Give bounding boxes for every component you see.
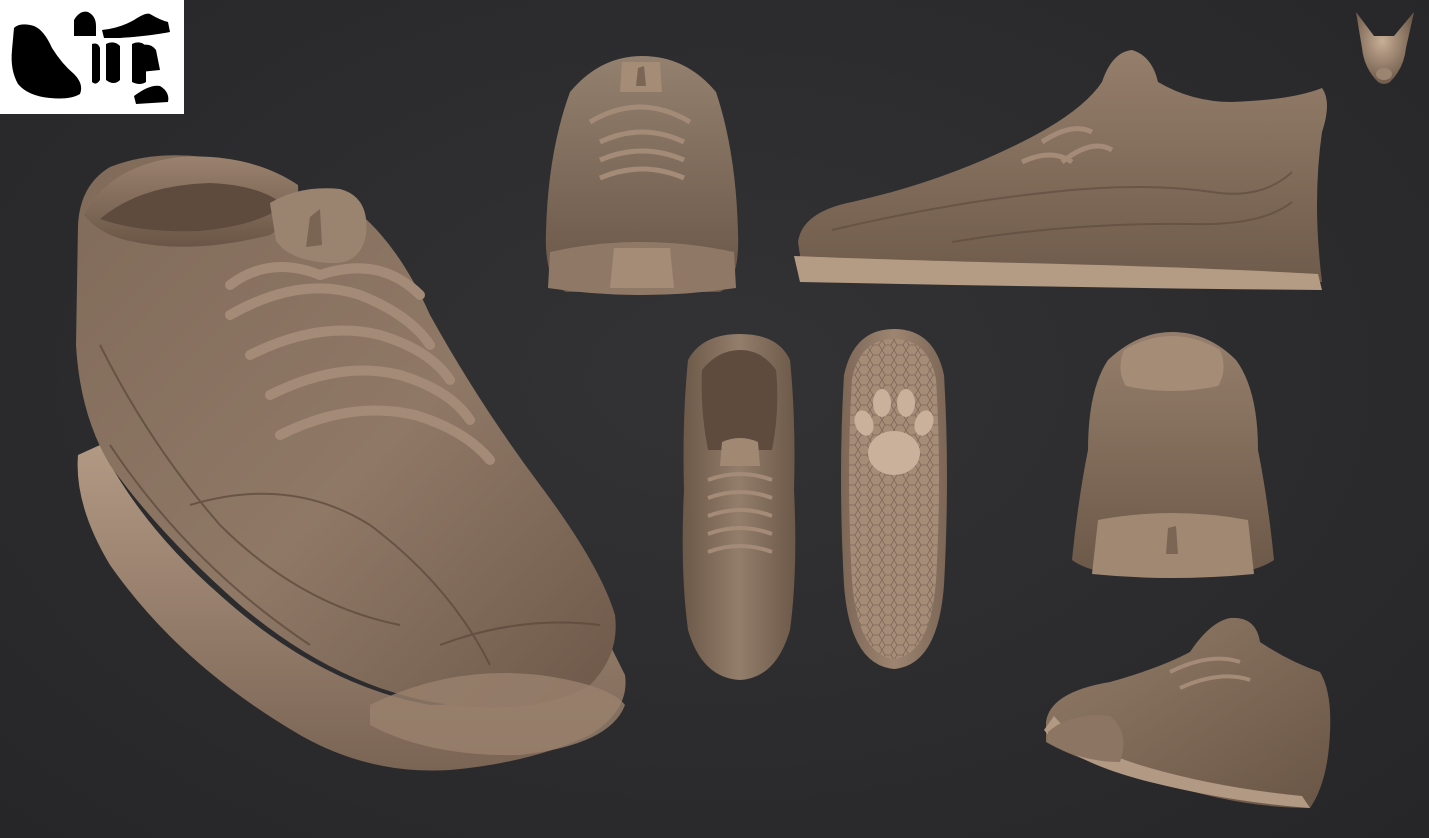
low-angle-three-quarter-view[interactable] xyxy=(1040,612,1335,812)
outsole-bottom-view[interactable] xyxy=(834,325,952,673)
wolf-head-navigation-icon[interactable] xyxy=(1348,8,1420,88)
back-view[interactable] xyxy=(1068,330,1278,580)
front-view[interactable] xyxy=(540,52,745,300)
silhouette-thumbnail-panel[interactable] xyxy=(0,0,184,114)
top-view[interactable] xyxy=(672,330,807,682)
side-profile-view[interactable] xyxy=(792,42,1337,292)
silhouette-thumbnail-icon xyxy=(11,11,170,104)
3d-viewport[interactable] xyxy=(0,0,1429,838)
